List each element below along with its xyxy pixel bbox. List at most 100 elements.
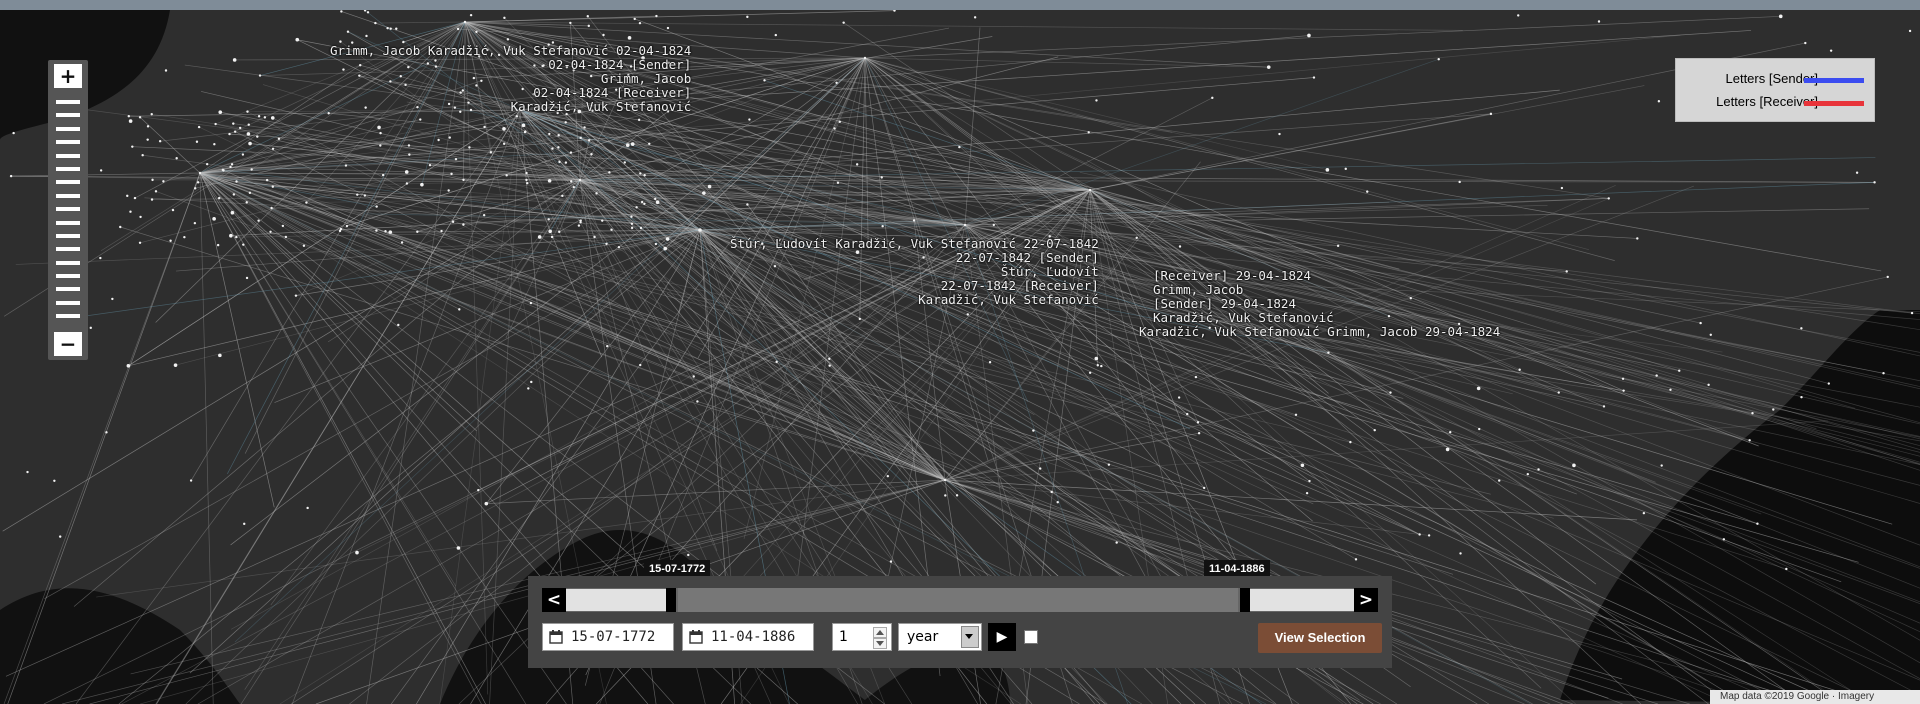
place-node[interactable] [595, 192, 598, 195]
place-node[interactable] [216, 243, 220, 247]
place-node[interactable] [1476, 386, 1481, 391]
place-node[interactable] [1100, 364, 1103, 368]
place-node[interactable] [1572, 463, 1576, 468]
place-node[interactable] [462, 223, 465, 226]
place-node[interactable] [1800, 395, 1803, 399]
place-node[interactable] [26, 470, 29, 474]
place-node[interactable] [966, 313, 969, 316]
place-node[interactable] [1565, 270, 1568, 273]
place-node[interactable] [189, 479, 193, 482]
place-node[interactable] [601, 219, 604, 222]
place-node[interactable] [608, 171, 611, 174]
zoom-step[interactable] [56, 140, 80, 145]
place-node[interactable] [1300, 463, 1305, 468]
place-node[interactable] [183, 235, 186, 239]
place-node[interactable] [377, 125, 381, 130]
place-node[interactable] [270, 116, 275, 120]
place-node[interactable] [666, 26, 670, 30]
place-node[interactable] [1336, 244, 1340, 248]
place-node[interactable] [637, 118, 641, 122]
place-node[interactable] [521, 123, 526, 128]
place-node[interactable] [746, 203, 749, 206]
place-node[interactable] [248, 141, 252, 146]
place-node[interactable] [228, 132, 231, 136]
place-node[interactable] [420, 182, 424, 187]
zoom-in-button[interactable]: + [54, 64, 82, 88]
place-node[interactable] [627, 36, 632, 40]
end-date-input[interactable]: 11-04-1886 [682, 623, 814, 651]
place-node[interactable] [1498, 479, 1501, 482]
place-node[interactable] [855, 163, 859, 166]
place-node[interactable] [863, 56, 867, 60]
place-node[interactable] [233, 130, 237, 133]
place-node[interactable] [128, 119, 133, 123]
place-node[interactable] [698, 228, 702, 232]
place-node[interactable] [193, 221, 197, 225]
place-node[interactable] [365, 34, 368, 38]
place-node[interactable] [477, 489, 480, 492]
place-node[interactable] [530, 380, 533, 384]
place-node[interactable] [271, 185, 275, 188]
place-node[interactable] [483, 125, 486, 129]
place-node[interactable] [405, 182, 409, 185]
place-node[interactable] [258, 74, 262, 77]
place-node[interactable] [547, 218, 550, 221]
place-node[interactable] [1722, 538, 1726, 541]
place-node[interactable] [1177, 396, 1181, 399]
place-node[interactable] [1800, 327, 1803, 330]
place-node[interactable] [1094, 356, 1099, 361]
place-node[interactable] [638, 21, 642, 25]
place-node[interactable] [416, 230, 419, 233]
place-node[interactable] [294, 294, 298, 297]
place-node[interactable] [345, 224, 349, 228]
place-node[interactable] [340, 10, 343, 13]
place-node[interactable] [1660, 464, 1663, 467]
place-node[interactable] [419, 118, 422, 121]
place-node[interactable] [468, 146, 471, 149]
place-node[interactable] [630, 222, 634, 225]
place-node[interactable] [89, 326, 92, 330]
place-node[interactable] [639, 226, 643, 230]
place-node[interactable] [248, 191, 252, 195]
place-node[interactable] [587, 139, 591, 142]
place-node[interactable] [570, 180, 573, 183]
place-node[interactable] [126, 363, 131, 368]
place-node[interactable] [197, 125, 201, 129]
place-node[interactable] [958, 145, 961, 149]
start-handle[interactable] [666, 588, 676, 612]
place-node[interactable] [643, 174, 646, 177]
place-node[interactable] [379, 144, 382, 147]
place-node[interactable] [833, 127, 836, 130]
place-node[interactable] [386, 26, 389, 30]
place-node[interactable] [1778, 14, 1783, 19]
place-node[interactable] [1135, 236, 1138, 239]
selected-range[interactable] [678, 588, 1238, 612]
place-node[interactable] [281, 224, 285, 228]
place-node[interactable] [1373, 428, 1376, 432]
view-selection-button[interactable]: View Selection [1258, 623, 1382, 653]
place-node[interactable] [583, 126, 586, 129]
place-node[interactable] [171, 208, 175, 212]
place-node[interactable] [1655, 374, 1658, 377]
zoom-step[interactable] [56, 247, 80, 252]
place-node[interactable] [550, 235, 554, 239]
place-node[interactable] [247, 123, 250, 126]
end-handle[interactable] [1240, 588, 1250, 612]
place-node[interactable] [1266, 65, 1271, 69]
place-node[interactable] [973, 16, 977, 19]
place-node[interactable] [1039, 467, 1042, 470]
place-node[interactable] [1597, 20, 1601, 23]
place-node[interactable] [482, 213, 486, 217]
place-node[interactable] [212, 217, 216, 221]
place-node[interactable] [577, 224, 581, 227]
place-node[interactable] [397, 323, 400, 327]
place-node[interactable] [1087, 131, 1090, 134]
place-node[interactable] [527, 387, 530, 390]
place-node[interactable] [1557, 391, 1560, 394]
place-node[interactable] [1621, 377, 1625, 380]
step-unit-select[interactable]: year [898, 623, 982, 651]
zoom-step[interactable] [56, 233, 80, 238]
place-node[interactable] [126, 194, 129, 198]
place-node[interactable] [448, 136, 451, 139]
place-node[interactable] [111, 297, 114, 301]
